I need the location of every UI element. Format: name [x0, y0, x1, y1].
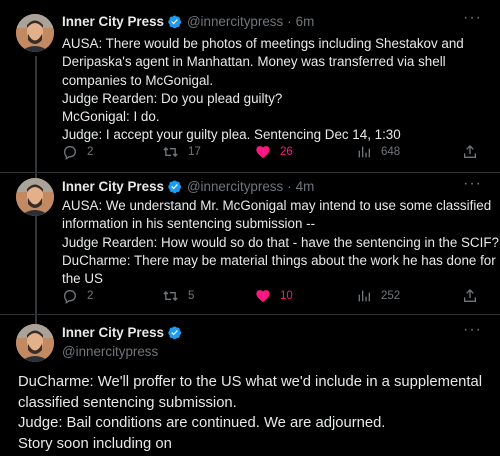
- timestamp[interactable]: 4m: [296, 179, 315, 194]
- avatar-image: [16, 324, 54, 362]
- tweet-text-line: Story soon including on: [18, 435, 172, 452]
- tweet-text: AUSA: There would be photos of meetings …: [62, 35, 492, 145]
- tweet-text-line: classified sentencing submission.: [18, 394, 237, 411]
- avatar-image: [16, 14, 54, 52]
- tweet-actions: 2 17 26 648: [62, 144, 482, 164]
- tweet-header: Inner City Press @innercitypress: [62, 325, 187, 359]
- repost-count: 5: [188, 290, 195, 302]
- more-options-icon[interactable]: ···: [463, 175, 482, 193]
- tweet-text: DuCharme: We'll proffer to the US what w…: [18, 372, 493, 454]
- verified-badge-icon: [167, 179, 182, 194]
- author-handle[interactable]: @innercitypress: [187, 179, 283, 194]
- reply-count: 2: [87, 146, 94, 158]
- author-name[interactable]: Inner City Press: [62, 325, 164, 340]
- heart-icon: [256, 146, 270, 159]
- tweet-header: Inner City Press @innercitypress · 4m: [62, 179, 314, 194]
- reply-button[interactable]: 2: [62, 288, 93, 304]
- like-count: 26: [280, 146, 293, 158]
- share-button[interactable]: [462, 144, 478, 160]
- heart-icon: [256, 290, 270, 303]
- tweet[interactable]: Inner City Press @innercitypress · 4m ··…: [0, 172, 500, 314]
- repost-button[interactable]: 5: [162, 288, 194, 304]
- tweet-actions: 2 5 10 252: [62, 288, 482, 308]
- avatar-image: [16, 178, 54, 216]
- tweet-text-line: companies to McGonigal.: [62, 72, 214, 88]
- views-button[interactable]: 252: [356, 288, 400, 304]
- reply-button[interactable]: 2: [62, 144, 93, 160]
- tweet-text-line: DuCharme: There may be material things a…: [62, 252, 496, 268]
- tweet-text-line: Deripaska's agent in Manhattan. Money wa…: [62, 54, 446, 70]
- tweet-text-line: AUSA: We understand Mr. McGonigal may in…: [62, 198, 492, 213]
- author-handle[interactable]: @innercitypress: [187, 14, 283, 29]
- tweet-text: AUSA: We understand Mr. McGonigal may in…: [62, 197, 499, 288]
- views-button[interactable]: 648: [356, 144, 400, 160]
- more-options-icon[interactable]: ···: [463, 9, 482, 27]
- tweet-thread: Inner City Press @innercitypress · 6m ··…: [0, 0, 500, 456]
- more-options-icon[interactable]: ···: [463, 321, 482, 339]
- tweet-text-line: AUSA: There would be photos of meetings …: [62, 36, 464, 51]
- avatar[interactable]: [16, 324, 54, 362]
- repost-icon: [163, 291, 178, 301]
- tweet-text-line: the US: [62, 271, 103, 287]
- reply-icon: [63, 290, 77, 304]
- tweet-focused[interactable]: Inner City Press @innercitypress ··· DuC…: [0, 314, 500, 456]
- share-icon: [464, 289, 476, 302]
- avatar[interactable]: [16, 178, 54, 216]
- share-icon: [464, 145, 476, 158]
- view-count: 252: [381, 290, 401, 302]
- separator-dot: ·: [287, 14, 292, 29]
- verified-badge-icon: [167, 14, 182, 29]
- tweet-text-line: McGonigal: I do.: [62, 109, 160, 125]
- repost-count: 17: [188, 146, 201, 158]
- repost-button[interactable]: 17: [162, 144, 201, 160]
- share-button[interactable]: [462, 288, 478, 304]
- tweet-text-line: Judge: Bail conditions are continued. We…: [18, 415, 386, 431]
- like-button[interactable]: 26: [255, 144, 293, 160]
- reply-count: 2: [87, 290, 94, 302]
- like-count: 10: [280, 290, 293, 302]
- tweet-header: Inner City Press @innercitypress · 6m: [62, 14, 314, 29]
- repost-icon: [163, 147, 178, 157]
- reply-icon: [63, 146, 77, 160]
- tweet-text-line: Judge Rearden: How would so do that - ha…: [62, 234, 499, 250]
- verified-badge-icon: [167, 325, 182, 340]
- tweet-text-line: information in his sentencing submission…: [62, 216, 316, 232]
- author-name[interactable]: Inner City Press: [62, 179, 164, 194]
- views-icon: [358, 290, 370, 302]
- timestamp[interactable]: 6m: [296, 14, 315, 29]
- tweet-text-line: DuCharme: We'll proffer to the US what w…: [18, 374, 483, 390]
- view-count: 648: [381, 146, 401, 158]
- author-name[interactable]: Inner City Press: [62, 14, 164, 29]
- author-handle[interactable]: @innercitypress: [62, 344, 187, 359]
- like-button[interactable]: 10: [255, 288, 293, 304]
- avatar[interactable]: [16, 14, 54, 52]
- tweet-text-line: Judge: I accept your guilty plea. Senten…: [62, 127, 401, 143]
- views-icon: [358, 146, 370, 158]
- tweet[interactable]: Inner City Press @innercitypress · 6m ··…: [0, 0, 500, 172]
- tweet-text-line: Judge Rearden: Do you plead guilty?: [62, 90, 283, 106]
- separator-dot: ·: [287, 179, 292, 194]
